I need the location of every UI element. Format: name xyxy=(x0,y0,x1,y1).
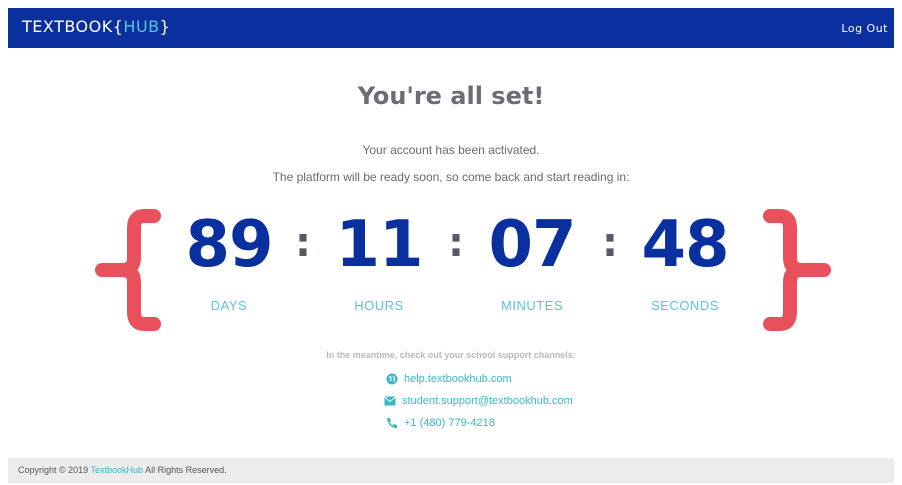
days-value: 89 xyxy=(185,208,273,282)
support-heading: In the meantime, check out your school s… xyxy=(326,350,576,360)
page-frame: TEXTBOOK{HUB} Log Out You're all set! Yo… xyxy=(8,8,894,483)
days-unit: 89 DAYS xyxy=(159,200,299,313)
ready-message: The platform will be ready soon, so come… xyxy=(272,170,630,184)
support-email-link[interactable]: student.support@textbookhub.com xyxy=(384,395,573,407)
logo-hub-text: HUB xyxy=(123,17,160,36)
top-navbar: TEXTBOOK{HUB} Log Out xyxy=(8,8,894,48)
logo-open-brace: { xyxy=(112,17,124,36)
minutes-unit: 07 MINUTES xyxy=(462,200,602,313)
seconds-label: SECONDS xyxy=(651,298,719,313)
copyright-suffix: All Rights Reserved. xyxy=(145,465,227,475)
envelope-icon xyxy=(384,396,396,406)
hours-value: 11 xyxy=(335,208,423,282)
page-title: You're all set! xyxy=(357,82,545,110)
logo-close-brace: } xyxy=(159,17,171,36)
support-phone-text: +1 (480) 779-4218 xyxy=(404,417,495,429)
left-brace-icon xyxy=(95,209,161,331)
copyright-prefix: Copyright © 2019 xyxy=(18,465,89,475)
seconds-value: 48 xyxy=(641,208,729,282)
activated-message: Your account has been activated. xyxy=(362,143,540,157)
copyright-text: Copyright © 2019 TextbookHub All Rights … xyxy=(18,465,227,475)
logout-link[interactable]: Log Out xyxy=(841,22,888,35)
minutes-label: MINUTES xyxy=(501,298,563,313)
hours-label: HOURS xyxy=(354,298,404,313)
logo-text: TEXTBOOK xyxy=(22,17,113,36)
days-label: DAYS xyxy=(210,298,248,313)
hours-unit: 11 HOURS xyxy=(309,200,449,313)
support-phone-link[interactable]: +1 (480) 779-4218 xyxy=(386,417,495,429)
textbookhub-logo[interactable]: TEXTBOOK{HUB} xyxy=(22,17,170,36)
seconds-unit: 48 SECONDS xyxy=(615,200,755,313)
footer-brand-link[interactable]: TextbookHub xyxy=(91,465,144,475)
phone-icon xyxy=(387,418,397,429)
support-website-link[interactable]: help.textbookhub.com xyxy=(386,373,512,385)
footer: Copyright © 2019 TextbookHub All Rights … xyxy=(8,458,894,483)
support-email-text: student.support@textbookhub.com xyxy=(402,395,573,407)
right-brace-icon xyxy=(763,209,831,331)
countdown-timer: 89 DAYS : 11 HOURS : 07 MINUTES : 48 SEC… xyxy=(8,200,894,340)
support-website-text: help.textbookhub.com xyxy=(404,373,512,385)
minutes-value: 07 xyxy=(488,208,576,282)
globe-icon xyxy=(386,373,398,385)
